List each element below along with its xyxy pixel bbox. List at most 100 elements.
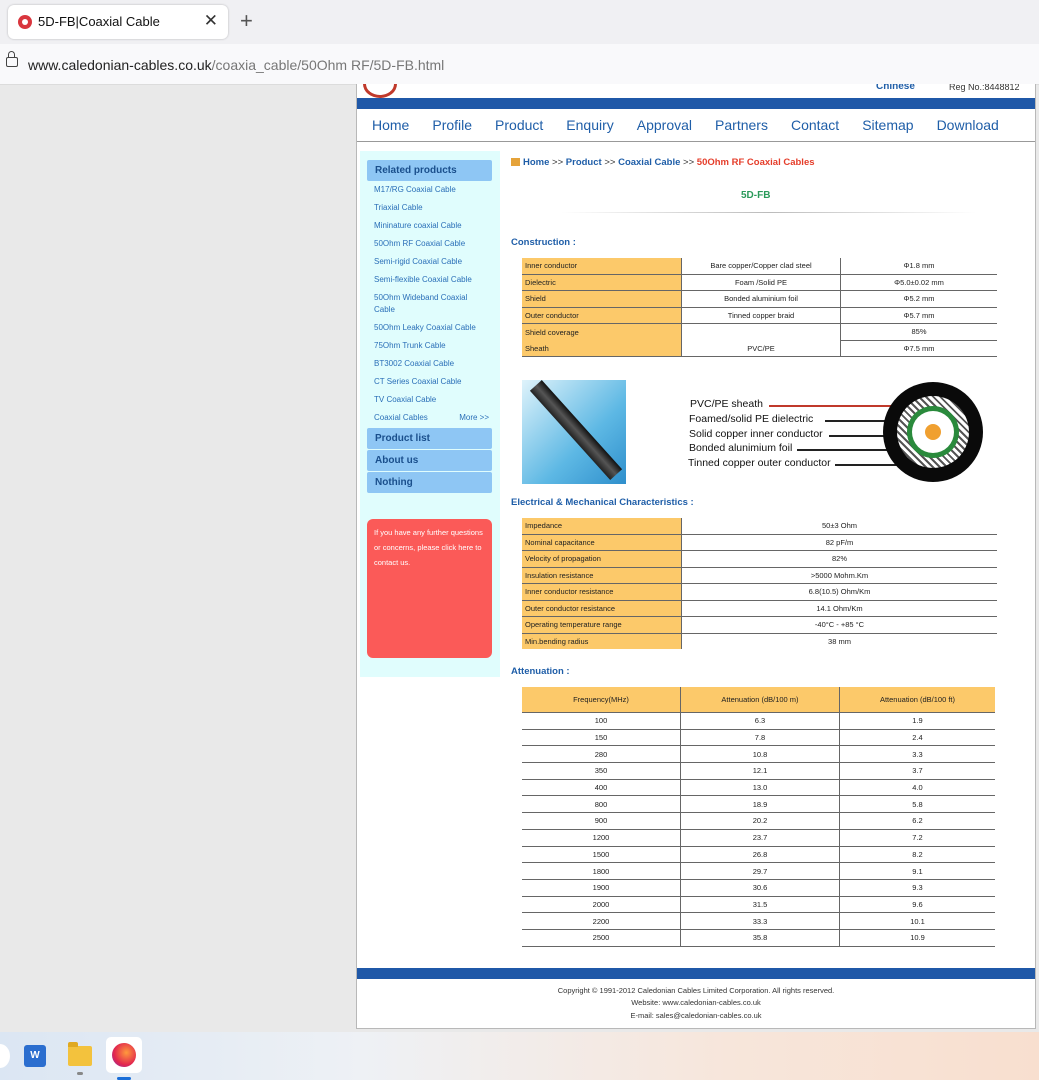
product-list-button[interactable]: Product list (367, 428, 492, 449)
sidebar-item[interactable]: Semi-rigid Coaxial Cable (374, 253, 489, 271)
diagram-label: Foamed/solid PE dielectric (689, 413, 814, 425)
sidebar-item[interactable]: TV Coaxial Cable (374, 391, 489, 409)
table-cell: 26.8 (680, 846, 840, 864)
table-cell: 800 (522, 795, 681, 814)
nav-download[interactable]: Download (937, 117, 999, 133)
close-tab-icon[interactable]: ✕ (204, 11, 218, 31)
table-cell: >5000 Mohm.Km (681, 567, 997, 584)
construction-table: Inner conductor Bare copper/Copper clad s… (522, 258, 997, 357)
url-text[interactable]: www.caledonian-cables.co.uk/coaxia_cable… (28, 57, 444, 73)
table-row: 280 10.8 3.3 (522, 745, 995, 764)
breadcrumb-home[interactable]: Home (523, 157, 549, 168)
table-cell: 12.1 (680, 762, 840, 780)
title-divider (561, 212, 976, 213)
table-cell: 82% (681, 550, 997, 568)
nav-product[interactable]: Product (495, 117, 543, 133)
nav-enquiry[interactable]: Enquiry (566, 117, 613, 133)
nothing-button[interactable]: Nothing (367, 472, 492, 493)
table-header-row: Frequency(MHz) Attenuation (dB/100 m) At… (522, 687, 995, 713)
table-cell: 9.3 (839, 879, 995, 897)
breadcrumb-coaxial[interactable]: Coaxial Cable (618, 157, 680, 168)
nav-contact[interactable]: Contact (791, 117, 839, 133)
reg-number: Reg No.:8448812 (949, 84, 1020, 92)
table-cell: 29.7 (680, 862, 840, 880)
firefox-app-icon[interactable] (106, 1037, 142, 1080)
table-cell: 400 (522, 779, 681, 797)
table-row: 400 13.0 4.0 (522, 779, 995, 797)
construction-heading: Construction : (511, 237, 576, 248)
table-row: Insulation resistance >5000 Mohm.Km (522, 567, 997, 584)
file-explorer-icon[interactable] (68, 1042, 92, 1066)
breadcrumb: Home >> Product >> Coaxial Cable >> 50Oh… (511, 157, 815, 168)
table-cell: Dielectric (522, 274, 682, 291)
table-cell: Velocity of propagation (522, 550, 682, 568)
chinese-link[interactable]: Chinese (876, 84, 915, 92)
table-cell: Inner conductor resistance (522, 583, 682, 601)
about-us-button[interactable]: About us (367, 450, 492, 471)
related-products-heading[interactable]: Related products (367, 160, 492, 181)
table-cell: 18.9 (680, 795, 840, 814)
table-cell: 2200 (522, 912, 681, 930)
sidebar-item[interactable]: CT Series Coaxial Cable (374, 373, 489, 391)
sidebar-item[interactable]: 50Ohm Leaky Coaxial Cable (374, 319, 489, 337)
footer-website[interactable]: Website: www.caledonian-cables.co.uk (357, 998, 1035, 1007)
contact-us-box[interactable]: If you have any further questions or con… (367, 519, 492, 658)
web-page: Chinese Reg No.:8448812 Home Profile Pro… (356, 84, 1036, 1029)
breadcrumb-sep: >> (683, 157, 695, 168)
table-row: Impedance 50±3 Ohm (522, 518, 997, 535)
attenuation-table: Frequency(MHz) Attenuation (dB/100 m) At… (522, 687, 995, 947)
nav-home[interactable]: Home (372, 117, 409, 133)
table-row: 1900 30.6 9.3 (522, 879, 995, 897)
table-cell: Φ5.2 mm (840, 290, 997, 308)
sidebar-item[interactable]: 50Ohm Wideband Coaxial Cable (374, 289, 489, 319)
table-cell: 7.8 (680, 729, 840, 747)
footer-bar (357, 968, 1035, 979)
browser-tab[interactable]: 5D-FB|Coaxial Cable ✕ (8, 5, 228, 39)
sidebar-item-coaxial-cables: Coaxial Cables More >> (374, 409, 489, 427)
table-cell: 20.2 (680, 812, 840, 830)
breadcrumb-sep: >> (604, 157, 616, 168)
coaxial-cables-link[interactable]: Coaxial Cables (374, 413, 428, 422)
more-link[interactable]: More >> (459, 412, 489, 424)
table-cell: Bare copper/Copper clad steel (681, 258, 841, 275)
table-cell: 6.8(10.5) Ohm/Km (681, 583, 997, 601)
company-logo-icon[interactable] (363, 84, 397, 98)
table-row: 2500 35.8 10.9 (522, 929, 995, 947)
table-row: 350 12.1 3.7 (522, 762, 995, 780)
table-cell: 7.2 (839, 829, 995, 847)
address-bar[interactable]: www.caledonian-cables.co.uk/coaxia_cable… (0, 44, 1039, 85)
table-cell: 35.8 (680, 929, 840, 947)
nav-approval[interactable]: Approval (637, 117, 692, 133)
table-cell: Min.bending radius (522, 633, 682, 649)
sidebar-item[interactable]: Semi-flexible Coaxial Cable (374, 271, 489, 289)
nav-sitemap[interactable]: Sitemap (862, 117, 913, 133)
sidebar-item[interactable]: Triaxial Cable (374, 199, 489, 217)
table-row: 100 6.3 1.9 (522, 712, 995, 730)
sidebar-item[interactable]: Mininature coaxial Cable (374, 217, 489, 235)
sidebar: Related products M17/RG Coaxial Cable Tr… (360, 151, 500, 677)
table-cell: 9.6 (839, 896, 995, 914)
nav-partners[interactable]: Partners (715, 117, 768, 133)
table-cell: Tinned copper braid (681, 307, 841, 324)
cable-photo (522, 380, 626, 484)
sidebar-item[interactable]: BT3002 Coaxial Cable (374, 355, 489, 373)
table-cell: Nominal capacitance (522, 534, 682, 551)
lock-icon[interactable] (6, 51, 18, 67)
table-cell: PVC/PE (681, 340, 841, 357)
nav-profile[interactable]: Profile (432, 117, 472, 133)
new-tab-button[interactable]: + (240, 8, 253, 34)
table-cell: Sheath (522, 340, 682, 357)
home-icon (511, 158, 520, 166)
table-cell: 4.0 (839, 779, 995, 797)
sidebar-item[interactable]: M17/RG Coaxial Cable (374, 181, 489, 199)
sidebar-item[interactable]: 50Ohm RF Coaxial Cable (374, 235, 489, 253)
header-bar (357, 98, 1035, 109)
footer-email[interactable]: E-mail: sales@caledonian-cables.co.uk (357, 1011, 1035, 1020)
start-button-icon[interactable] (0, 1044, 10, 1068)
table-cell: 8.2 (839, 846, 995, 864)
sidebar-item[interactable]: 75Ohm Trunk Cable (374, 337, 489, 355)
word-app-icon[interactable]: W (24, 1045, 46, 1067)
breadcrumb-sep: >> (552, 157, 564, 168)
breadcrumb-product[interactable]: Product (566, 157, 602, 168)
table-cell: 85% (840, 323, 997, 341)
